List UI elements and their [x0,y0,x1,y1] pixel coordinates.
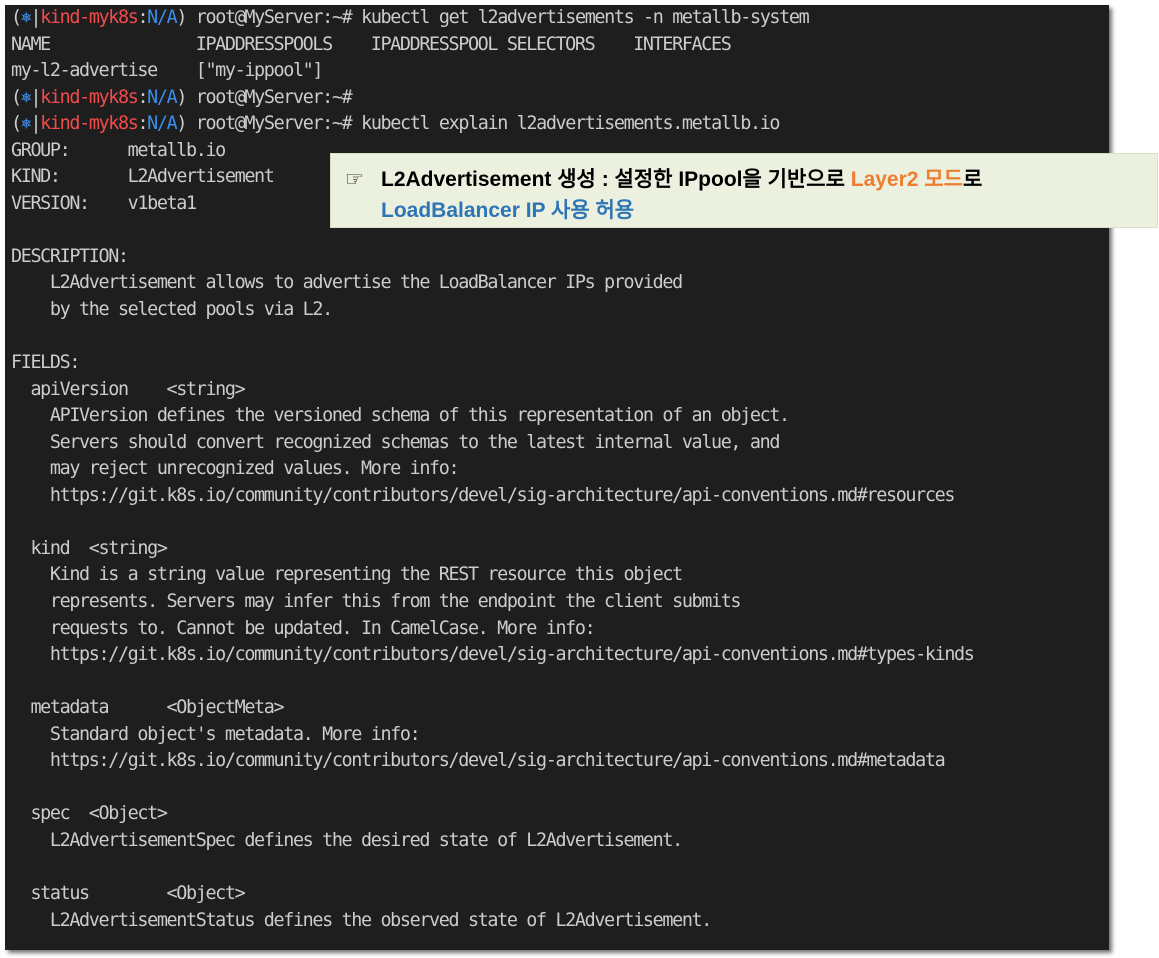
prompt-line: (⎈|kind-myk8s:N/A) root@MyServer:~# [11,85,974,112]
output-line: requests to. Cannot be updated. In Camel… [11,617,596,639]
prompt-paren-close: ) [176,113,196,135]
terminal-window[interactable]: (⎈|kind-myk8s:N/A) root@MyServer:~# kube… [5,5,1109,950]
pointing-hand-icon: ☞ [345,167,364,191]
output-line: Kind is a string value representing the … [11,564,683,586]
kubernetes-icon: ⎈ [20,113,32,135]
output-line: https://git.k8s.io/community/contributor… [11,484,956,506]
prompt-paren-close: ) [176,86,196,108]
command-text: kubectl get l2advertisements -n metallb-… [361,7,810,28]
output-line: status <Object> [11,883,245,905]
output-line: represents. Servers may infer this from … [11,591,742,613]
command-text: kubectl explain l2advertisements.metallb… [361,113,780,135]
output-line: FIELDS: [11,352,80,374]
prompt-paren-open: ( [11,86,22,108]
callout-text: L2Advertisement 생성 : 설정한 IPpool을 기반으로 [381,168,851,191]
output-line: Servers should convert recognized schema… [11,431,781,453]
prompt-separator: | [30,7,41,28]
prompt-colon: : [137,7,148,28]
output-line: NAME IPADDRESSPOOLS IPADDRESSPOOL SELECT… [11,33,732,55]
output-line: may reject unrecognized values. More inf… [11,458,460,480]
prompt-paren-open: ( [11,113,22,135]
callout-text-suffix: 로 [962,168,983,191]
callout-line-2: LoadBalancer IP 사용 허용 [381,199,635,222]
prompt-host: root@MyServer:~# [195,7,353,28]
prompt-line: (⎈|kind-myk8s:N/A) root@MyServer:~# kube… [11,5,974,32]
prompt-host: root@MyServer:~# [195,113,353,135]
prompt-separator: | [30,86,41,108]
annotation-callout: ☞ L2Advertisement 생성 : 설정한 IPpool을 기반으로 L… [330,153,1158,228]
prompt-host: root@MyServer:~# [195,86,353,108]
output-line: APIVersion defines the versioned schema … [11,405,790,427]
output-line: apiVersion <string> [11,378,245,400]
output-line: https://git.k8s.io/community/contributor… [11,750,946,772]
prompt-colon: : [137,86,148,108]
terminal-output: (⎈|kind-myk8s:N/A) root@MyServer:~# kube… [11,5,975,934]
prompt-namespace: N/A [147,7,178,28]
prompt-separator: | [30,113,41,135]
output-line: DESCRIPTION: [11,245,129,267]
kubernetes-icon: ⎈ [20,86,32,108]
callout-line-1: ☞ L2Advertisement 생성 : 설정한 IPpool을 기반으로 L… [345,163,982,193]
prompt-cluster: kind-myk8s [40,113,139,135]
output-line: by the selected pools via L2. [11,299,333,321]
output-line: L2AdvertisementSpec defines the desired … [11,829,683,851]
output-line: L2Advertisement allows to advertise the … [11,272,683,294]
prompt-colon: : [137,113,148,135]
output-line: kind <string> [11,537,167,559]
prompt-namespace: N/A [147,113,178,135]
output-line: Standard object's metadata. More info: [11,723,421,745]
output-line: L2AdvertisementStatus defines the observ… [11,909,712,931]
kubernetes-icon: ⎈ [20,7,32,28]
prompt-cluster: kind-myk8s [40,7,139,28]
prompt-namespace: N/A [147,86,178,108]
output-line: spec <Object> [11,803,167,825]
prompt-cluster: kind-myk8s [40,86,139,108]
prompt-line: (⎈|kind-myk8s:N/A) root@MyServer:~# kube… [11,111,974,138]
callout-highlight-orange: Layer2 모드 [850,168,963,191]
output-line: metadata <ObjectMeta> [11,697,284,719]
output-line: https://git.k8s.io/community/contributor… [11,644,975,666]
prompt-paren-close: ) [176,7,196,28]
prompt-paren-open: ( [11,7,22,28]
output-line: my-l2-advertise ["my-ippool"] [11,60,323,82]
